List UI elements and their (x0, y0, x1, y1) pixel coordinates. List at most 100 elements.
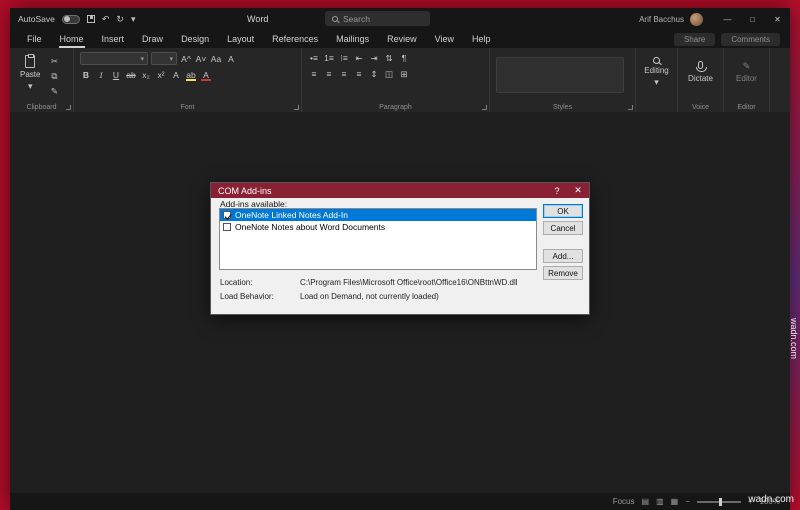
bullets-button[interactable]: •≡ (308, 52, 320, 64)
minimize-button[interactable]: — (715, 8, 740, 30)
copy-icon[interactable]: ⧉ (48, 70, 60, 82)
decrease-indent-button[interactable]: ⇤ (353, 52, 365, 64)
paste-button[interactable]: Paste ▾ (16, 52, 44, 100)
autosave-label: AutoSave (18, 14, 55, 24)
shrink-font-button[interactable]: A˅ (195, 53, 207, 65)
editor-group: ✎ Editor Editor (724, 48, 770, 112)
avatar[interactable] (690, 12, 703, 26)
highlight-color-button[interactable]: ab (185, 69, 197, 81)
italic-button[interactable]: I (95, 69, 107, 81)
print-layout-icon[interactable]: ▥ (656, 497, 664, 506)
cancel-button[interactable]: Cancel (543, 221, 583, 235)
styles-gallery[interactable] (496, 57, 624, 93)
share-button[interactable]: Share (673, 32, 716, 46)
cut-icon[interactable]: ✂ (48, 55, 60, 67)
tab-home[interactable]: Home (51, 30, 93, 48)
chevron-down-icon: ▾ (169, 55, 173, 63)
addin-checkbox[interactable] (223, 223, 231, 231)
autosave-toggle[interactable] (61, 14, 80, 24)
addin-list-item[interactable]: OneNote Linked Notes Add-In (220, 209, 536, 221)
font-row-2: B I U ab x₂ x² A ab A (80, 69, 295, 81)
underline-button[interactable]: U (110, 69, 122, 81)
dialog-help-button[interactable]: ? (547, 186, 567, 196)
multilevel-list-button[interactable]: ⁝≡ (338, 52, 350, 64)
search-box[interactable]: Search (325, 11, 430, 26)
paste-label: Paste (20, 70, 41, 79)
ok-button[interactable]: OK (543, 204, 583, 218)
zoom-slider[interactable] (696, 497, 741, 506)
clipboard-group: Paste ▾ ✂ ⧉ ✎ Clipboard (10, 48, 74, 112)
tab-references[interactable]: References (263, 30, 327, 48)
addin-list-item[interactable]: OneNote Notes about Word Documents (220, 221, 536, 233)
addins-listbox[interactable]: OneNote Linked Notes Add-In OneNote Note… (219, 208, 537, 270)
close-button[interactable]: ✕ (765, 8, 790, 30)
show-marks-button[interactable]: ¶ (398, 52, 410, 64)
tab-file[interactable]: File (18, 30, 51, 48)
redo-icon[interactable]: ↻ (116, 14, 124, 25)
shading-button[interactable]: ◫ (383, 68, 395, 80)
status-bar: Focus ▤ ▥ ▦ − + 100% (10, 493, 790, 510)
text-effects-button[interactable]: A (170, 69, 182, 81)
tab-layout[interactable]: Layout (218, 30, 263, 48)
format-painter-icon[interactable]: ✎ (48, 85, 60, 97)
editor-button[interactable]: ✎ Editor (730, 52, 763, 92)
read-mode-icon[interactable]: ▤ (642, 497, 650, 506)
superscript-button[interactable]: x² (155, 69, 167, 81)
align-right-button[interactable]: ≡ (338, 68, 350, 80)
styles-dialog-launcher-icon[interactable] (628, 105, 633, 110)
tab-design[interactable]: Design (172, 30, 218, 48)
justify-button[interactable]: ≡ (353, 68, 365, 80)
font-row-1: ▾ ▾ A^ A˅ Aa A (80, 52, 295, 65)
strikethrough-button[interactable]: ab (125, 69, 137, 81)
dialog-close-button[interactable]: ✕ (567, 185, 589, 196)
paragraph-group: •≡ 1≡ ⁝≡ ⇤ ⇥ ⇅ ¶ ≡ ≡ ≡ ≡ ⇕ ◫ ⊞ Paragraph (302, 48, 490, 112)
clear-formatting-button[interactable]: A (225, 53, 237, 65)
addin-label: OneNote Notes about Word Documents (235, 222, 386, 232)
paste-dropdown-icon[interactable]: ▾ (28, 81, 33, 92)
tab-view[interactable]: View (426, 30, 463, 48)
dictate-button[interactable]: Dictate (684, 52, 717, 92)
undo-icon[interactable]: ↶ (102, 14, 110, 25)
font-name-combo[interactable]: ▾ (80, 52, 148, 65)
focus-mode-button[interactable]: Focus (613, 497, 635, 506)
line-spacing-button[interactable]: ⇕ (368, 68, 380, 80)
sort-button[interactable]: ⇅ (383, 52, 395, 64)
tab-insert[interactable]: Insert (93, 30, 134, 48)
dialog-title-bar[interactable]: COM Add-ins ? ✕ (211, 183, 589, 198)
title-bar-right: Arif Bacchus — □ ✕ (639, 8, 790, 30)
paragraph-dialog-launcher-icon[interactable] (482, 105, 487, 110)
subscript-button[interactable]: x₂ (140, 69, 152, 81)
tab-review[interactable]: Review (378, 30, 426, 48)
font-color-button[interactable]: A (200, 69, 212, 81)
numbering-button[interactable]: 1≡ (323, 52, 335, 64)
save-icon[interactable] (86, 15, 95, 23)
grow-font-button[interactable]: A^ (180, 53, 192, 65)
addin-checkbox[interactable] (223, 211, 231, 219)
align-center-button[interactable]: ≡ (323, 68, 335, 80)
maximize-button[interactable]: □ (740, 8, 765, 30)
tab-mailings[interactable]: Mailings (327, 30, 378, 48)
editing-button[interactable]: Editing ▾ (642, 52, 671, 92)
font-size-combo[interactable]: ▾ (151, 52, 177, 65)
editing-icon (653, 56, 660, 64)
comments-button[interactable]: Comments (721, 32, 780, 46)
tab-help[interactable]: Help (463, 30, 500, 48)
tab-draw[interactable]: Draw (133, 30, 172, 48)
align-left-button[interactable]: ≡ (308, 68, 320, 80)
change-case-button[interactable]: Aa (210, 53, 222, 65)
remove-button[interactable]: Remove (543, 266, 583, 280)
quick-access-toolbar: AutoSave ↶ ↻ ▾ (18, 8, 136, 30)
clipboard-dialog-launcher-icon[interactable] (66, 105, 71, 110)
customize-toolbar-icon[interactable]: ▾ (131, 14, 136, 25)
increase-indent-button[interactable]: ⇥ (368, 52, 380, 64)
zoom-out-button[interactable]: − (685, 497, 690, 506)
add-button[interactable]: Add... (543, 249, 583, 263)
user-name[interactable]: Arif Bacchus (639, 15, 684, 24)
web-layout-icon[interactable]: ▦ (671, 497, 679, 506)
bold-button[interactable]: B (80, 69, 92, 81)
location-value: C:\Program Files\Microsoft Office\root\O… (300, 278, 518, 287)
zoom-slider-thumb[interactable] (718, 497, 722, 506)
search-icon (332, 15, 338, 22)
borders-button[interactable]: ⊞ (398, 68, 410, 80)
font-dialog-launcher-icon[interactable] (294, 105, 299, 110)
